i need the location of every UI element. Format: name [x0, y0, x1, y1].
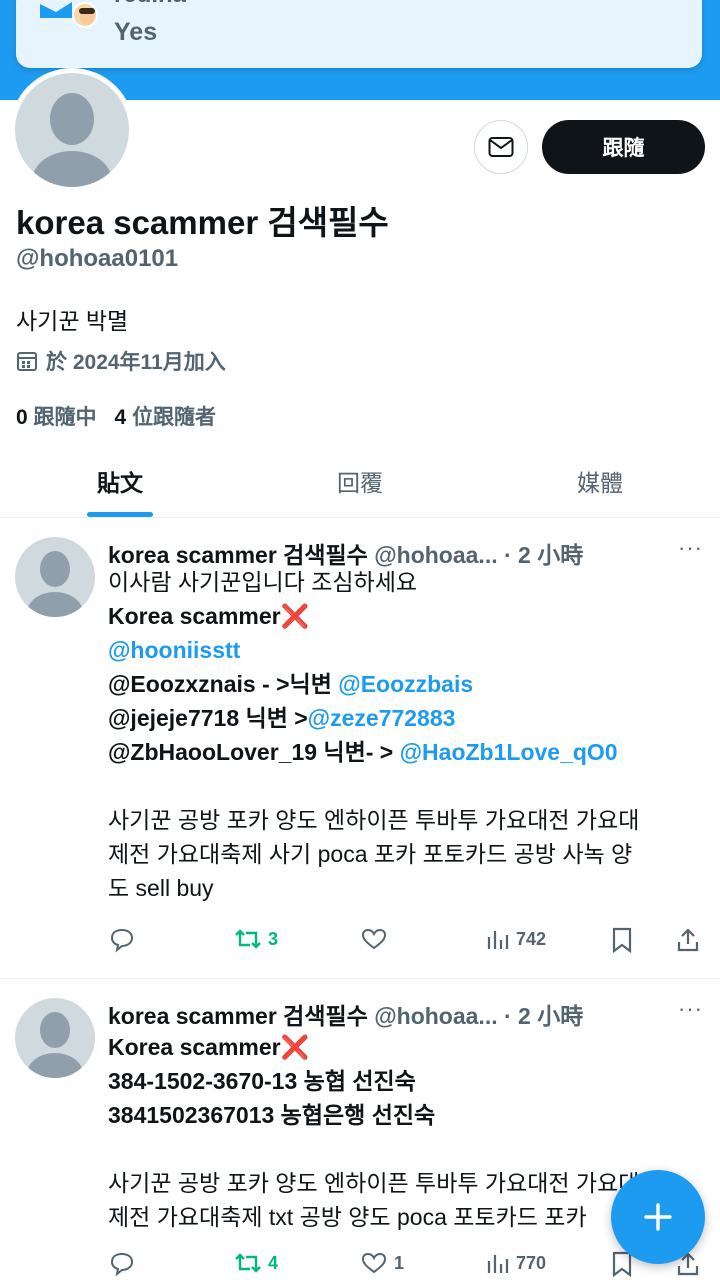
tab-media[interactable]: 媒體 — [480, 446, 720, 517]
post-item[interactable]: korea scammer 검색필수 @hohoaa... · 2 小時 ···… — [0, 980, 720, 1280]
default-avatar-icon — [27, 551, 83, 617]
share-icon — [677, 928, 699, 952]
views-button[interactable]: 770 — [486, 1251, 546, 1275]
reply-icon — [110, 1252, 134, 1277]
message-button[interactable] — [474, 120, 528, 174]
like-count: 1 — [394, 1252, 405, 1273]
toast-avatar — [72, 2, 98, 28]
app-logo-icon — [40, 2, 72, 18]
active-tab-indicator — [87, 512, 153, 517]
post-actions: 4 1 770 — [108, 1251, 708, 1280]
bookmark-button[interactable] — [611, 927, 633, 953]
post-line: Korea scammer❌ — [108, 1030, 708, 1064]
post-line-text: @ZbHaooLover_19 닉변- > — [108, 739, 400, 765]
mention-link[interactable]: @Eoozzbais — [338, 671, 473, 697]
toast-sender: regina — [114, 0, 186, 2]
default-avatar-icon — [27, 1012, 83, 1078]
retweet-icon — [235, 929, 261, 949]
profile-bio: 사기꾼 박멸 — [16, 308, 129, 334]
joined-text: 於 2024年11月加入 — [46, 351, 226, 374]
mention-link[interactable]: @hooniisstt — [108, 633, 708, 667]
like-button[interactable] — [360, 927, 394, 951]
post-line: @Eoozxznais - >닉변 @Eoozzbais — [108, 667, 708, 701]
views-chart-icon — [487, 1255, 509, 1273]
post-line: 384-1502-3670-13 농협 선진숙 — [108, 1068, 416, 1094]
more-options-icon[interactable]: ··· — [678, 535, 703, 561]
post-header: korea scammer 검색필수 @hohoaa... · 2 小時 — [108, 997, 583, 1031]
reply-button[interactable] — [108, 927, 136, 953]
compose-button[interactable] — [611, 1170, 705, 1264]
joined-date: 於 2024年11月加入 — [16, 346, 226, 376]
heart-icon — [361, 928, 387, 950]
tab-media-label: 媒體 — [577, 470, 623, 496]
following-link[interactable]: 0 跟隨中 — [16, 401, 97, 431]
like-button[interactable]: 1 — [360, 1251, 404, 1275]
plus-icon — [644, 1203, 672, 1231]
views-button[interactable]: 742 — [486, 927, 546, 951]
profile-handle: @hohoaa0101 — [16, 245, 179, 272]
tab-posts-label: 貼文 — [97, 470, 143, 496]
post-text: 이사람 사기꾼입니다 조심하세요 Korea scammer❌ @hooniis… — [108, 565, 708, 905]
post-author-name[interactable]: korea scammer 검색필수 — [108, 1003, 368, 1029]
cross-mark-icon: ❌ — [280, 603, 310, 629]
post-line-text: @jejeje7718 닉변 > — [108, 705, 308, 731]
profile-tabs: 貼文 回覆 媒體 — [0, 446, 720, 518]
follow-stats: 0 跟隨中 4 位跟隨者 — [16, 401, 216, 431]
post-line: @jejeje7718 닉변 >@zeze772883 — [108, 701, 708, 735]
post-line: 도 sell buy — [108, 875, 214, 901]
post-line: 사기꾼 공방 포카 양도 엔하이픈 투바투 가요대전 가요대 — [108, 807, 640, 833]
post-item[interactable]: korea scammer 검색필수 @hohoaa... · 2 小時 ···… — [0, 519, 720, 979]
post-line-text: Korea scammer — [108, 603, 281, 629]
following-label: 跟隨中 — [33, 406, 97, 429]
cross-mark-icon: ❌ — [280, 1034, 310, 1060]
post-meta[interactable]: @hohoaa... · 2 小時 — [374, 1003, 583, 1029]
post-line: Korea scammer❌ — [108, 599, 708, 633]
following-count: 0 — [16, 406, 28, 429]
post-line: 3841502367013 농협은행 선진숙 — [108, 1102, 436, 1128]
post-line-text: Korea scammer — [108, 1034, 281, 1060]
mention-link[interactable]: @HaoZb1Love_qO0 — [400, 739, 618, 765]
followers-label: 位跟隨者 — [132, 406, 217, 429]
tab-replies[interactable]: 回覆 — [240, 446, 480, 517]
post-avatar[interactable] — [15, 537, 95, 617]
followers-count: 4 — [114, 406, 127, 429]
calendar-icon — [17, 352, 37, 371]
more-options-icon[interactable]: ··· — [678, 996, 703, 1022]
bookmark-icon — [612, 927, 632, 953]
followers-link[interactable]: 4 位跟隨者 — [115, 401, 217, 431]
view-count: 770 — [516, 1252, 547, 1273]
retweet-count: 4 — [268, 1252, 279, 1273]
retweet-icon — [235, 1253, 261, 1273]
share-button[interactable] — [676, 927, 700, 953]
post-line: @ZbHaooLover_19 닉변- > @HaoZb1Love_qO0 — [108, 735, 708, 769]
display-name: korea scammer 검색필수 — [16, 204, 389, 241]
default-avatar-icon — [32, 93, 112, 187]
retweet-button[interactable]: 4 — [234, 1251, 278, 1275]
post-line: 제전 가요대축제 사기 poca 포카 포토카드 공방 사녹 양 — [108, 841, 633, 867]
views-chart-icon — [487, 931, 509, 949]
profile-avatar[interactable] — [10, 68, 134, 192]
retweet-button[interactable]: 3 — [234, 927, 278, 951]
follow-button[interactable]: 跟隨 — [542, 120, 705, 174]
reply-button[interactable] — [108, 1251, 136, 1277]
toast-message: Yes — [114, 18, 158, 46]
mention-link[interactable]: @zeze772883 — [308, 705, 456, 731]
post-line-text: @Eoozxznais - >닉변 — [108, 671, 339, 697]
post-actions: 3 742 — [108, 927, 708, 957]
heart-icon — [361, 1252, 387, 1274]
post-avatar[interactable] — [15, 998, 95, 1078]
tab-replies-label: 回覆 — [337, 470, 383, 496]
notification-toast[interactable]: regina Yes — [16, 0, 702, 68]
reply-icon — [110, 928, 134, 953]
envelope-icon — [488, 137, 514, 157]
tab-posts[interactable]: 貼文 — [0, 446, 240, 517]
post-line: 이사람 사기꾼입니다 조심하세요 — [108, 569, 418, 595]
retweet-count: 3 — [268, 928, 279, 949]
view-count: 742 — [516, 928, 547, 949]
